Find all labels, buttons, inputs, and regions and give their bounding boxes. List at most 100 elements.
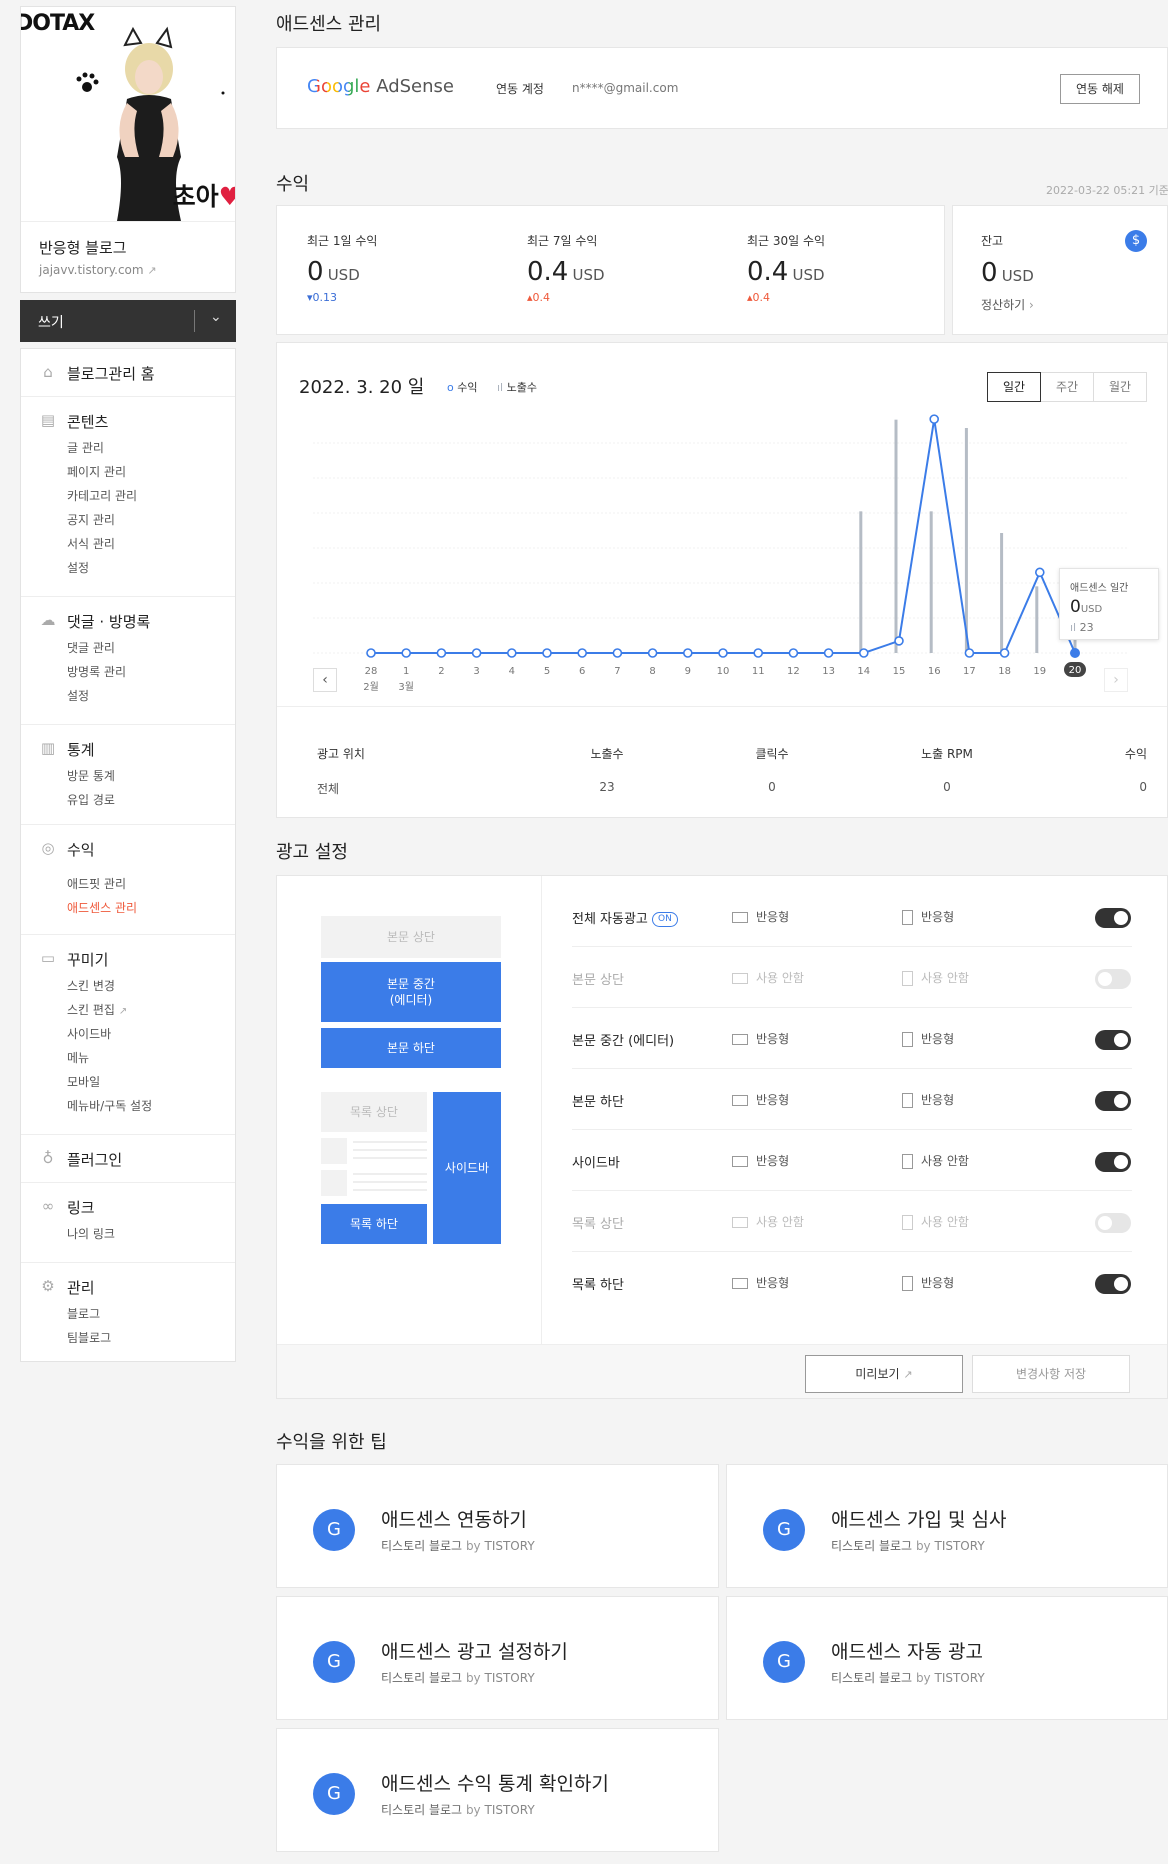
sidebar-item-manage[interactable]: 관리 xyxy=(67,1277,95,1298)
revenue-point xyxy=(753,648,764,658)
ad-settings-title: 광고 설정 xyxy=(276,842,348,863)
layout-icon: ▭ xyxy=(40,949,56,967)
tip-card[interactable]: G 애드센스 자동 광고 티스토리 블로그 by TISTORY xyxy=(726,1596,1168,1720)
mobile-icon xyxy=(902,1093,913,1108)
sidebar-subitem-pages[interactable]: 페이지 관리 xyxy=(67,463,126,480)
chevron-down-icon[interactable]: ⌄ xyxy=(210,309,222,325)
sidebar-subitem-posts[interactable]: 글 관리 xyxy=(67,439,104,456)
sidebar-subitem-visit-stats[interactable]: 방문 통계 xyxy=(67,767,115,784)
tip-source: 티스토리 블로그 by TISTORY xyxy=(831,1539,985,1553)
table-header-revenue: 수익 xyxy=(1124,747,1147,761)
ad-row-mobile-setting[interactable]: 반응형 xyxy=(902,908,954,925)
sidebar-item-home[interactable]: 블로그관리 홈 xyxy=(67,363,155,384)
ad-row-toggle[interactable] xyxy=(1095,1091,1131,1111)
sidebar-subitem-comment-manage[interactable]: 댓글 관리 xyxy=(67,639,115,656)
sidebar-subitem-team-blog[interactable]: 팀블로그 xyxy=(67,1329,111,1346)
write-button[interactable]: 쓰기 ⌄ xyxy=(20,300,236,342)
blog-name[interactable]: 반응형 블로그 xyxy=(39,237,127,258)
ad-settings-footer: 미리보기 ↗ 변경사항 저장 xyxy=(277,1344,1167,1398)
sidebar-subitem-referrers[interactable]: 유입 경로 xyxy=(67,791,115,808)
sidebar-item-plugin[interactable]: 플러그인 xyxy=(67,1149,122,1170)
x-tick-label: 9 xyxy=(685,666,691,677)
revenue-point xyxy=(366,648,376,658)
stat-1day: 최근 1일 수익 0 USD ▾0.13 xyxy=(307,232,377,304)
ad-row-pc-setting[interactable]: 반응형 xyxy=(732,1091,789,1108)
tip-card[interactable]: G 애드센스 가입 및 심사 티스토리 블로그 by TISTORY xyxy=(726,1464,1168,1588)
x-tick-label: 18 xyxy=(998,666,1011,677)
ad-row-toggle[interactable] xyxy=(1095,908,1131,928)
tip-card[interactable]: G 애드센스 연동하기 티스토리 블로그 by TISTORY xyxy=(276,1464,719,1588)
blog-url-link[interactable]: jajavv.tistory.com ↗ xyxy=(39,263,157,277)
ad-row-mobile-setting[interactable]: 반응형 xyxy=(902,1091,954,1108)
sidebar-section-manage: ⚙ 관리 블로그 팀블로그 xyxy=(21,1263,235,1361)
impression-bar xyxy=(1035,586,1039,653)
sidebar-subitem-skin-change[interactable]: 스킨 변경 xyxy=(67,977,115,994)
ad-row-pc-setting[interactable]: 반응형 xyxy=(732,908,789,925)
sidebar-subitem-my-links[interactable]: 나의 링크 xyxy=(67,1225,115,1242)
ad-row-toggle[interactable] xyxy=(1095,1213,1131,1233)
sidebar-subitem-menubar[interactable]: 메뉴바/구독 설정 xyxy=(67,1097,152,1114)
revenue-timestamp: 2022-03-22 05:21 기준 xyxy=(1046,184,1168,197)
desktop-icon xyxy=(732,912,748,923)
settle-link[interactable]: 정산하기 › xyxy=(981,296,1034,313)
tab-daily[interactable]: 일간 xyxy=(987,372,1041,402)
impression-bar xyxy=(894,419,898,653)
revenue-point xyxy=(577,648,588,658)
tip-card[interactable]: G 애드센스 수익 통계 확인하기 티스토리 블로그 by TISTORY xyxy=(276,1728,719,1852)
gear-icon: ⚙ xyxy=(41,1277,55,1295)
sidebar-subitem-content-settings[interactable]: 설정 xyxy=(67,559,89,576)
sidebar-item-comments[interactable]: 댓글 · 방명록 xyxy=(67,611,150,632)
revenue-point xyxy=(682,648,693,658)
g-logo-icon: G xyxy=(313,1641,355,1683)
x-tick-label: 10 xyxy=(717,666,730,677)
sidebar-subitem-guestbook[interactable]: 방명록 관리 xyxy=(67,663,126,680)
ad-row-mobile-setting[interactable]: 사용 안함 xyxy=(902,969,969,986)
tip-card[interactable]: G 애드센스 광고 설정하기 티스토리 블로그 by TISTORY xyxy=(276,1596,719,1720)
sidebar-subitem-mobile[interactable]: 모바일 xyxy=(67,1073,100,1090)
sidebar-item-stats[interactable]: 통계 xyxy=(67,739,95,760)
preview-button[interactable]: 미리보기 ↗ xyxy=(805,1355,963,1393)
sidebar-subitem-blog[interactable]: 블로그 xyxy=(67,1305,100,1322)
blog-banner-image[interactable]: DOTAX 초아♥ xyxy=(21,7,235,221)
sidebar-subitem-sidebar[interactable]: 사이드바 xyxy=(67,1025,111,1042)
sidebar-item-contents[interactable]: 콘텐츠 xyxy=(67,411,108,432)
sidebar-subitem-adsense[interactable]: 애드센스 관리 xyxy=(67,899,137,916)
ad-row-mobile-setting[interactable]: 반응형 xyxy=(902,1274,954,1291)
sidebar-subitem-comment-settings[interactable]: 설정 xyxy=(67,687,89,704)
chart-prev-button[interactable]: ‹ xyxy=(313,668,337,692)
tip-title: 애드센스 광고 설정하기 xyxy=(381,1641,568,1663)
sidebar-subitem-notices[interactable]: 공지 관리 xyxy=(67,511,115,528)
sidebar-subitem-skin-edit[interactable]: 스킨 편집 ↗ xyxy=(67,1001,127,1018)
sidebar-subitem-categories[interactable]: 카테고리 관리 xyxy=(67,487,137,504)
unlink-button[interactable]: 연동 해제 xyxy=(1060,74,1140,104)
ad-row-pc-setting[interactable]: 반응형 xyxy=(732,1030,789,1047)
ad-row-toggle[interactable] xyxy=(1095,1030,1131,1050)
sidebar-item-design[interactable]: 꾸미기 xyxy=(67,949,108,970)
sidebar-item-link[interactable]: 링크 xyxy=(67,1197,95,1218)
ad-row-pc-setting[interactable]: 사용 안함 xyxy=(732,1213,804,1230)
sidebar-subitem-menu[interactable]: 메뉴 xyxy=(67,1049,89,1066)
ad-row-toggle[interactable] xyxy=(1095,1152,1131,1172)
ad-row-toggle[interactable] xyxy=(1095,969,1131,989)
sidebar-menu: ⌂ 블로그관리 홈 ▤ 콘텐츠 글 관리 페이지 관리 카테고리 관리 공지 관… xyxy=(20,348,236,1362)
sidebar-section-home: ⌂ 블로그관리 홈 xyxy=(21,349,235,397)
sidebar-subitem-templates[interactable]: 서식 관리 xyxy=(67,535,115,552)
ad-row-pc-setting[interactable]: 반응형 xyxy=(732,1274,789,1291)
x-tick-label: 3 xyxy=(473,666,479,677)
chart-next-button[interactable]: › xyxy=(1104,668,1128,692)
ad-row-label: 목록 하단 xyxy=(572,1278,624,1293)
ad-row-mobile-setting[interactable]: 사용 안함 xyxy=(902,1152,969,1169)
save-changes-button[interactable]: 변경사항 저장 xyxy=(972,1355,1130,1393)
sidebar-subitem-adfit[interactable]: 애드핏 관리 xyxy=(67,875,126,892)
tooltip-value: 0 xyxy=(1070,597,1081,617)
ad-row-mobile-setting[interactable]: 사용 안함 xyxy=(902,1213,969,1230)
google-logo-text: Google xyxy=(307,76,371,97)
sidebar-item-revenue[interactable]: 수익 xyxy=(67,839,95,860)
x-tick-label: 8 xyxy=(649,666,655,677)
ad-row-pc-setting[interactable]: 사용 안함 xyxy=(732,969,804,986)
ad-row-toggle[interactable] xyxy=(1095,1274,1131,1294)
ad-row-pc-setting[interactable]: 반응형 xyxy=(732,1152,789,1169)
ad-row-mobile-setting[interactable]: 반응형 xyxy=(902,1030,954,1047)
table-header-impressions: 노출수 xyxy=(590,747,624,761)
revenue-point xyxy=(647,648,658,658)
